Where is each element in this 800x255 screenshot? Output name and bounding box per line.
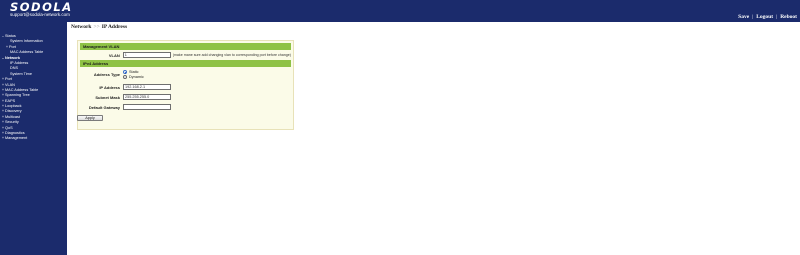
- radio-dynamic-label: Dynamic: [129, 74, 144, 79]
- sidebar-item-label: System Time: [10, 71, 32, 76]
- address-type-radio-group: Static Dynamic: [123, 70, 144, 79]
- address-type-row: Address Type Static Dynamic: [80, 67, 291, 82]
- ip-address-label: IP Address: [99, 84, 120, 90]
- radio-static-label: Static: [129, 70, 139, 75]
- subnet-mask-label: Subnet Mask: [95, 94, 120, 100]
- save-link[interactable]: Save: [738, 14, 749, 21]
- ip-settings-panel: Management VLAN VLAN (make mane sure add…: [77, 40, 294, 130]
- ip-address-input[interactable]: [123, 84, 171, 90]
- breadcrumb: Network >> IP Address: [71, 24, 127, 31]
- radio-dynamic[interactable]: Dynamic: [123, 74, 144, 79]
- page: SODOLA support@sodola-network.com Save |…: [0, 0, 800, 255]
- separator: |: [776, 14, 778, 20]
- support-email: support@sodola-network.com: [10, 12, 70, 17]
- breadcrumb-section[interactable]: Network: [71, 24, 91, 30]
- main-content: Network >> IP Address Management VLAN VLAN…: [67, 22, 800, 255]
- radio-selected-icon[interactable]: [123, 70, 127, 75]
- ipv4-address-header: IPv4 Address: [80, 60, 291, 67]
- radio-unselected-icon[interactable]: [123, 74, 127, 79]
- sidebar-item-label: Management: [5, 136, 28, 141]
- ip-address-row: IP Address: [80, 82, 291, 92]
- page-title: IP Address: [101, 24, 128, 30]
- logout-link[interactable]: Logout: [756, 14, 773, 21]
- reboot-link[interactable]: Reboot: [780, 14, 797, 21]
- sidebar: – Status System Information + Port MAC Addres…: [0, 22, 67, 255]
- header-actions: Save | Logout | Reboot: [738, 14, 797, 21]
- sidebar-nav: – Status System Information + Port MAC Addres…: [0, 34, 67, 142]
- subnet-mask-row: Subnet Mask: [80, 92, 291, 102]
- sidebar-item[interactable]: + Management: [0, 136, 67, 141]
- vlan-label: VLAN: [108, 52, 120, 58]
- vlan-row: VLAN (make mane sure add changing vlan t…: [80, 50, 291, 60]
- separator: |: [752, 14, 754, 20]
- top-header: SODOLA support@sodola-network.com Save |…: [0, 0, 800, 22]
- default-gateway-label: Default Gateway: [88, 104, 120, 110]
- breadcrumb-separator: >>: [93, 24, 100, 30]
- radio-static[interactable]: Static: [123, 70, 144, 75]
- vlan-input[interactable]: [122, 52, 171, 58]
- address-type-label: Address Type: [93, 72, 120, 77]
- management-vlan-header: Management VLAN: [80, 43, 291, 50]
- vlan-hint: (make mane sure add changing vlan to cor…: [172, 53, 291, 57]
- apply-button[interactable]: Apply: [77, 115, 103, 121]
- default-gateway-row: Default Gateway: [80, 102, 291, 112]
- default-gateway-input[interactable]: [123, 104, 171, 110]
- subnet-mask-input[interactable]: [123, 94, 171, 100]
